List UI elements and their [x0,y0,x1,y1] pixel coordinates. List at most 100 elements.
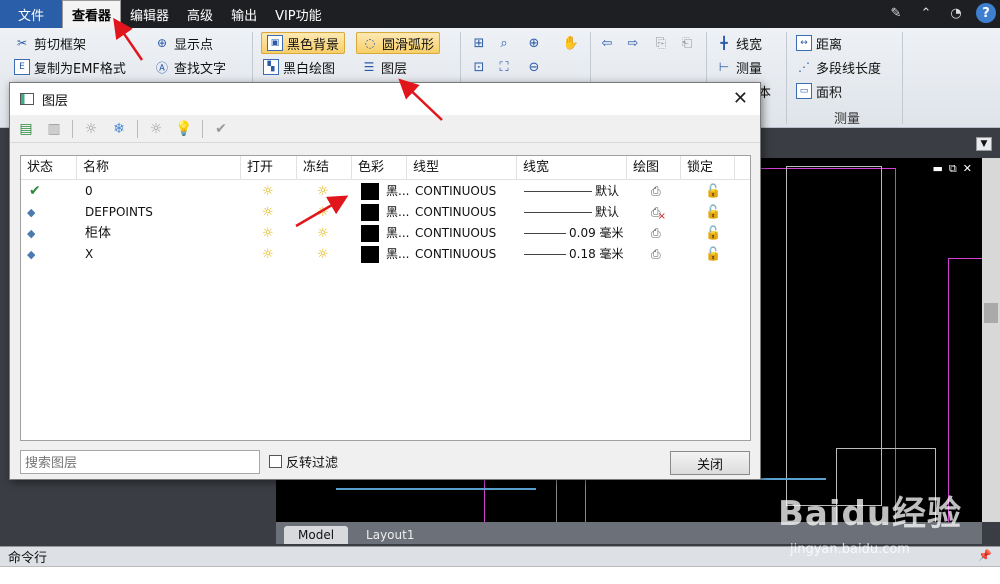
printer-icon[interactable]: ⎙ [651,223,661,244]
help-icon[interactable]: ? [976,3,996,23]
color-swatch[interactable] [361,225,379,242]
sun-icon[interactable]: ☼ [262,244,274,265]
pen-icon[interactable]: ✎ [886,3,906,23]
bulb-icon[interactable]: 💡 [174,119,194,139]
invert-filter-checkbox[interactable] [269,455,282,468]
ribbon-collapse-button[interactable]: ▼ [976,137,992,151]
show-points-button[interactable]: ⊕ 显示点 [154,32,213,54]
menu-output[interactable]: 输出 [222,0,266,28]
find-text-button[interactable]: Ⓐ 查找文字 [154,56,226,78]
redo-view-icon[interactable]: ⎗ [678,34,696,52]
sun-icon[interactable]: ☼ [317,223,329,244]
layer-linewidth[interactable]: 0.09 毫米 [569,223,624,244]
tab-model[interactable]: Model [284,526,349,544]
unlock-icon[interactable]: 🔓 [705,202,721,223]
scrollbar-thumb[interactable] [984,303,998,323]
layer-status-icon[interactable]: ◆ [27,202,35,223]
layer-off-icon[interactable]: ☼ [146,119,166,139]
menu-advanced[interactable]: 高级 [178,0,222,28]
color-swatch[interactable] [361,246,379,263]
smooth-arc-button[interactable]: ◌ 圆滑弧形 [356,32,441,54]
fit-icon[interactable]: ⛶ [495,58,513,76]
table-row[interactable]: ◆ DEFPOINTS ☼ ☼ 黑... CONTINUOUS 默认 ⎙ 🔓 [21,202,750,223]
table-row[interactable]: ◆ X ☼ ☼ 黑... CONTINUOUS 0.18 毫米 ⎙ 🔓 [21,244,750,265]
vertical-scrollbar[interactable] [982,158,1000,522]
column-header[interactable]: 线宽 [517,156,627,180]
sun-icon[interactable]: ☼ [262,202,274,223]
layer-linetype[interactable]: CONTINUOUS [415,244,496,265]
zoom-extents-icon[interactable]: ⊡ [470,58,488,76]
copy-emf-button[interactable]: E 复制为EMF格式 [14,56,126,78]
layer-status-icon[interactable]: ◆ [27,223,35,244]
invert-filter-toggle[interactable]: 反转过滤 [269,452,338,471]
black-background-button[interactable]: ▣ 黑色背景 [261,32,346,54]
sun-icon[interactable]: ☼ [262,223,274,244]
snowflake-icon[interactable]: ❄ [109,119,129,139]
layer-linewidth[interactable]: 0.18 毫米 [569,244,624,265]
current-layer-check-icon[interactable]: ✔ [29,181,41,202]
linewidth-button[interactable]: ╋ 线宽 [716,32,762,54]
area-button[interactable]: ▭ 面积 [796,80,842,102]
menu-editor[interactable]: 编辑器 [121,0,178,28]
undo-view-icon[interactable]: ⎘ [652,34,670,52]
sun-icon[interactable]: ☼ [262,181,274,202]
color-swatch[interactable] [361,183,379,200]
sun-icon[interactable]: ☼ [81,119,101,139]
layer-status-icon[interactable]: ◆ [27,244,35,265]
menu-viewer[interactable]: 查看器 [62,0,122,28]
color-swatch[interactable] [361,204,379,221]
zoom-rect-icon[interactable]: ⌕ [495,34,513,52]
bw-draw-button[interactable]: ▚ 黑白绘图 [263,56,335,78]
set-current-check-icon[interactable]: ✔ [211,119,231,139]
new-layer-icon[interactable]: ▤ [16,119,36,139]
search-layer-input[interactable] [20,450,260,474]
arrow-right-icon[interactable]: ⇨ [624,34,642,52]
collapse-icon[interactable]: ⌃ [916,3,936,23]
arrow-left-icon[interactable]: ⇦ [598,34,616,52]
distance-button[interactable]: ↔ 距离 [796,32,842,54]
close-button[interactable]: 关闭 [670,451,750,475]
layer-linewidth[interactable]: 默认 [595,181,619,202]
zoom-out-icon[interactable]: ⊖ [525,58,543,76]
menu-file[interactable]: 文件 [0,0,63,28]
tab-layout1[interactable]: Layout1 [352,526,428,544]
layer-linetype[interactable]: CONTINUOUS [415,223,496,244]
restore-icon[interactable]: ⧉ [949,162,957,176]
column-header[interactable]: 打开 [241,156,297,180]
close-icon[interactable]: ✕ [733,88,748,109]
column-header[interactable]: 状态 [21,156,77,180]
column-header[interactable]: 色彩 [352,156,407,180]
sun-icon[interactable]: ☼ [317,244,329,265]
column-header[interactable]: 锁定 [681,156,735,180]
delete-layer-icon[interactable]: ▥ [44,119,64,139]
zoom-in-icon[interactable]: ⊕ [525,34,543,52]
layers-button[interactable]: ☰ 图层 [361,56,407,78]
column-header[interactable]: 冻结 [297,156,352,180]
menu-vip[interactable]: VIP功能 [266,0,331,28]
layer-linetype[interactable]: CONTINUOUS [415,202,496,223]
toolbar-divider [72,119,73,138]
column-header[interactable]: 绘图 [627,156,681,180]
layer-linewidth[interactable]: 默认 [595,202,619,223]
sun-icon[interactable]: ☼ [317,202,329,223]
measure-button[interactable]: ⊢ 测量 [716,56,762,78]
close-icon[interactable]: ✕ [963,162,972,176]
unlock-icon[interactable]: 🔓 [705,244,721,265]
polyline-length-button[interactable]: ⋰ 多段线长度 [796,56,881,78]
pan-hand-icon[interactable]: ✋ [562,34,580,52]
column-header[interactable]: 线型 [407,156,517,180]
printer-disabled-icon[interactable]: ⎙ [651,202,669,223]
unlock-icon[interactable]: 🔓 [705,181,721,202]
layer-linetype[interactable]: CONTINUOUS [415,181,496,202]
column-header[interactable]: 名称 [77,156,241,180]
minimize-icon[interactable]: ▬ [933,162,943,176]
zoom-window-icon[interactable]: ⊞ [470,34,488,52]
printer-icon[interactable]: ⎙ [651,244,661,265]
clip-frame-button[interactable]: ✂ 剪切框架 [14,32,86,54]
table-row[interactable]: ◆ 柜体 ☼ ☼ 黑... CONTINUOUS 0.09 毫米 ⎙ 🔓 [21,223,750,244]
settings-icon[interactable]: ◔ [946,3,966,23]
printer-icon[interactable]: ⎙ [651,181,661,202]
sun-icon[interactable]: ☼ [317,181,329,202]
table-row[interactable]: ✔ 0 ☼ ☼ 黑... CONTINUOUS 默认 ⎙ 🔓 [21,181,750,202]
unlock-icon[interactable]: 🔓 [705,223,721,244]
